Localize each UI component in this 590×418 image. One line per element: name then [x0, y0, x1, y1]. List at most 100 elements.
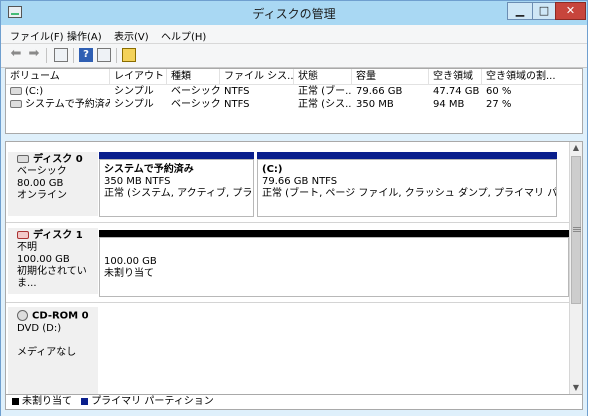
maximize-button[interactable]: □: [532, 2, 556, 20]
disk-size: 100.00 GB: [17, 254, 70, 265]
column-header-type[interactable]: 種類: [167, 69, 220, 84]
menu-help[interactable]: ヘルプ(H): [161, 28, 206, 43]
column-header-free-percent[interactable]: 空き領域の割...: [482, 69, 582, 84]
column-header-status[interactable]: 状態: [294, 69, 352, 84]
toolbar-separator: [46, 48, 47, 63]
disk-map-scrollbar[interactable]: ▲ ▼: [569, 142, 582, 394]
window-title: ディスクの管理: [252, 7, 336, 21]
column-header-free-space[interactable]: 空き領域: [429, 69, 482, 84]
volume-list: ボリューム レイアウト 種類 ファイル シス... 状態 容量 空き領域 空き領…: [5, 68, 583, 134]
primary-partition-bar: [257, 152, 557, 159]
status-cell: 正常 (ブー...: [298, 86, 352, 97]
column-header-filesystem[interactable]: ファイル シス...: [220, 69, 294, 84]
cdrom-0-info[interactable]: CD-ROM 0 DVD (D:) メディアなし: [8, 307, 98, 394]
free-percent-cell: 60 %: [486, 86, 512, 97]
partition-status: 正常 (システム, アクティブ, プライマリ パ: [104, 188, 253, 199]
capacity-cell: 79.66 GB: [356, 86, 403, 97]
primary-partition-bar: [99, 152, 254, 159]
toolbar: ⬅ ➡ ?: [1, 44, 587, 68]
legend: 未割り当て プライマリ パーティション: [5, 395, 583, 410]
disk-state: 初期化されていま...: [17, 266, 87, 289]
cell-text: (C:): [25, 86, 44, 97]
show-hide-action-pane-icon[interactable]: [97, 48, 111, 62]
disk-0-title: ディスク 0: [17, 154, 98, 166]
volume-icon: [10, 87, 22, 95]
volume-name-cell: (C:): [6, 85, 110, 98]
legend-label-primary: プライマリ パーティション: [91, 396, 214, 407]
minimize-button[interactable]: ▁: [507, 2, 533, 20]
partition-c-drive[interactable]: (C:) 79.66 GB NTFS 正常 (ブート, ページ ファイル, クラ…: [257, 159, 557, 217]
volume-name-cell: システムで予約済み: [6, 98, 110, 111]
disk-0-info[interactable]: ディスク 0 ベーシック 80.00 GB オンライン: [8, 152, 98, 216]
scroll-down-icon[interactable]: ▼: [570, 382, 582, 394]
volume-table-header: ボリューム レイアウト 種類 ファイル シス... 状態 容量 空き領域 空き領…: [6, 69, 582, 85]
filesystem-cell: NTFS: [224, 86, 250, 97]
divider: [6, 222, 570, 223]
menu-file[interactable]: ファイル(F): [10, 28, 64, 43]
scroll-up-icon[interactable]: ▲: [570, 142, 582, 154]
legend-label-unallocated: 未割り当て: [22, 396, 72, 407]
disk-state: オンライン: [17, 190, 67, 201]
disk-name: CD-ROM 0: [32, 310, 89, 322]
close-button[interactable]: ✕: [555, 2, 586, 20]
free-space-cell: 47.74 GB: [433, 86, 480, 97]
free-percent-cell: 27 %: [486, 99, 512, 110]
table-row[interactable]: (C:) シンプル ベーシック NTFS 正常 (ブー... 79.66 GB …: [6, 85, 582, 98]
cdrom-0-title: CD-ROM 0: [17, 310, 98, 323]
table-row[interactable]: システムで予約済み シンプル ベーシック NTFS 正常 (シス... 350 …: [6, 98, 582, 111]
grip-line: [573, 231, 581, 232]
scroll-thumb[interactable]: [571, 156, 581, 304]
disk-1-info[interactable]: ディスク 1 不明 100.00 GB 初期化されていま...: [8, 228, 98, 294]
column-header-volume[interactable]: ボリューム: [6, 69, 110, 84]
menu-action[interactable]: 操作(A): [67, 28, 102, 43]
cell-text: システムで予約済み: [25, 99, 110, 110]
disk-size: 80.00 GB: [17, 178, 64, 189]
drive-letter: DVD (D:): [17, 322, 62, 334]
maximize-icon: □: [538, 4, 550, 17]
unallocated-bar: [99, 230, 569, 237]
partition-size: 350 MB NTFS: [104, 176, 171, 187]
uninitialized-disk-icon: [17, 231, 29, 239]
filesystem-cell: NTFS: [224, 99, 250, 110]
media-state: メディアなし: [17, 346, 77, 358]
show-hide-console-tree-icon[interactable]: [54, 48, 68, 62]
properties-icon[interactable]: [122, 48, 136, 62]
grip-line: [573, 229, 581, 230]
disk-type: ベーシック: [17, 166, 67, 177]
cd-drive-icon: [17, 310, 28, 321]
disk-name: ディスク 0: [33, 154, 83, 165]
volume-icon: [10, 100, 22, 108]
divider: [6, 302, 570, 303]
status-bar: [1, 410, 587, 416]
minimize-icon: ▁: [515, 4, 525, 17]
column-header-layout[interactable]: レイアウト: [110, 69, 167, 84]
grip-line: [573, 227, 581, 228]
disk-type: 不明: [17, 242, 37, 253]
free-space-cell: 94 MB: [433, 99, 465, 110]
menu-view[interactable]: 表示(V): [114, 28, 149, 43]
partition-status: 未割り当て: [104, 268, 154, 279]
layout-cell: シンプル: [114, 99, 154, 110]
disk-map: ディスク 0 ベーシック 80.00 GB オンライン システムで予約済み 35…: [5, 141, 583, 395]
type-cell: ベーシック: [171, 99, 220, 110]
status-cell: 正常 (シス...: [298, 99, 352, 110]
partition-unallocated[interactable]: 100.00 GB 未割り当て: [99, 237, 569, 297]
type-cell: ベーシック: [171, 86, 220, 97]
column-header-capacity[interactable]: 容量: [352, 69, 429, 84]
partition-size: 100.00 GB: [104, 256, 157, 267]
toolbar-separator: [116, 48, 117, 63]
partition-system-reserved[interactable]: システムで予約済み 350 MB NTFS 正常 (システム, アクティブ, プ…: [99, 159, 254, 217]
menu-bar: ファイル(F) 操作(A) 表示(V) ヘルプ(H): [1, 25, 587, 44]
layout-cell: シンプル: [114, 86, 154, 97]
disk-management-window: ディスクの管理 ▁ □ ✕ ファイル(F) 操作(A) 表示(V) ヘルプ(H)…: [0, 0, 588, 416]
legend-swatch-unallocated: [12, 397, 19, 405]
hard-disk-icon: [17, 155, 29, 163]
forward-arrow-icon[interactable]: ➡: [27, 47, 41, 61]
partition-size: 79.66 GB NTFS: [262, 176, 338, 187]
disk-1-title: ディスク 1: [17, 230, 98, 242]
partition-status: 正常 (ブート, ページ ファイル, クラッシュ ダンプ, プライマリ パーティ…: [262, 188, 557, 199]
help-icon[interactable]: ?: [79, 48, 93, 62]
title-bar[interactable]: ディスクの管理 ▁ □ ✕: [1, 1, 587, 25]
back-arrow-icon[interactable]: ⬅: [9, 47, 23, 61]
